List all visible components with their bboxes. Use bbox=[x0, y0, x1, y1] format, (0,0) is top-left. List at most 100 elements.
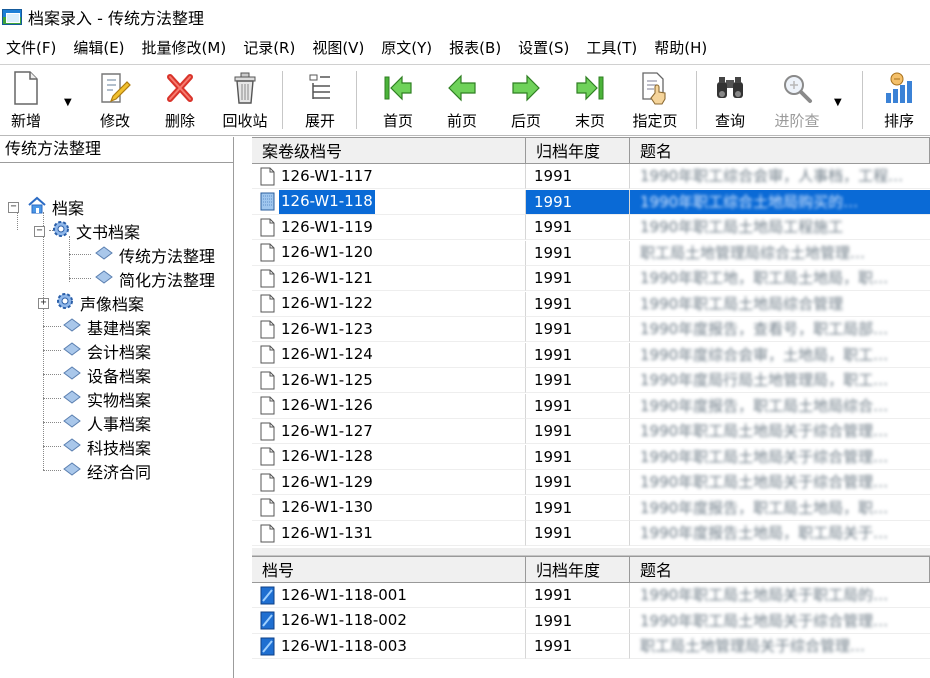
menu-help[interactable]: 帮助(H) bbox=[646, 34, 716, 62]
last-page-button[interactable]: 末页 bbox=[568, 69, 612, 135]
query-dropdown-arrow-icon[interactable]: ▼ bbox=[834, 97, 842, 108]
menu-edit[interactable]: 编辑(E) bbox=[65, 34, 133, 62]
new-button[interactable]: 新增 bbox=[4, 69, 48, 135]
table-row[interactable]: 126-W1-127 1991 1990年职工局土地局关于综合管理… bbox=[252, 419, 930, 445]
table-row[interactable]: 126-W1-118-002 1991 1990年职工局土地局关于综合管理… bbox=[252, 608, 930, 635]
title-text: 1990年度报告，职工局土地局，职… bbox=[640, 498, 889, 517]
column-header-year[interactable]: 归档年度 bbox=[526, 557, 630, 583]
query-button[interactable]: 查询 bbox=[708, 69, 752, 135]
last-label: 末页 bbox=[574, 112, 605, 130]
new-dropdown-arrow-icon[interactable]: ▼ bbox=[64, 97, 72, 108]
menu-file[interactable]: 文件(F) bbox=[0, 34, 65, 62]
table-row[interactable]: 126-W1-131 1991 1990年度报告土地局，职工局关于… bbox=[252, 521, 930, 547]
menu-tools[interactable]: 工具(T) bbox=[578, 34, 646, 62]
table-row[interactable]: 126-W1-128 1991 1990年职工局土地局关于综合管理… bbox=[252, 444, 930, 471]
cell-year: 1991 bbox=[526, 266, 630, 291]
prev-page-button[interactable]: 前页 bbox=[440, 69, 484, 135]
tree-node-jianhua[interactable]: 简化方法整理 bbox=[94, 267, 216, 291]
tree-label: 传统方法整理 bbox=[119, 247, 216, 266]
tree-node-jingji[interactable]: 经济合同 bbox=[62, 459, 152, 483]
column-header-year[interactable]: 归档年度 bbox=[526, 138, 630, 164]
advanced-query-button[interactable]: 进阶查 bbox=[766, 69, 828, 135]
tree-node-keji[interactable]: 科技档案 bbox=[62, 435, 152, 459]
table-row[interactable]: 126-W1-129 1991 1990年职工局土地局关于综合管理… bbox=[252, 470, 930, 496]
cell-title: 1990年度局行局土地管理局，职工… bbox=[630, 368, 930, 393]
collapse-icon[interactable]: − bbox=[8, 201, 19, 213]
expand-button[interactable]: 展开 bbox=[298, 69, 342, 135]
cell-title: 职工局土地管理局关于综合管理… bbox=[630, 634, 930, 659]
tree-node-kuaiji[interactable]: 会计档案 bbox=[62, 339, 152, 363]
table-row[interactable]: 126-W1-130 1991 1990年度报告，职工局土地局，职… bbox=[252, 495, 930, 522]
last-page-icon bbox=[573, 69, 607, 107]
column-header-volume-id[interactable]: 案卷级档号 bbox=[252, 138, 526, 164]
next-page-button[interactable]: 后页 bbox=[504, 69, 548, 135]
table-row[interactable]: 126-W1-126 1991 1990年度报告，职工局土地局综合… bbox=[252, 393, 930, 420]
cell-id: 126-W1-120 bbox=[252, 240, 526, 266]
archive-number: 126-W1-118-001 bbox=[281, 585, 407, 604]
cell-id: 126-W1-121 bbox=[252, 266, 526, 291]
column-header-title[interactable]: 题名 bbox=[630, 557, 930, 583]
expand-icon[interactable]: + bbox=[38, 297, 49, 309]
diamond-icon bbox=[62, 414, 82, 432]
menu-report[interactable]: 报表(B) bbox=[441, 34, 510, 62]
first-page-button[interactable]: 首页 bbox=[376, 69, 420, 135]
menu-record[interactable]: 记录(R) bbox=[235, 34, 304, 62]
first-page-icon bbox=[381, 69, 415, 107]
pane-splitter[interactable] bbox=[252, 548, 930, 556]
tree-line bbox=[43, 374, 61, 375]
column-header-item-id[interactable]: 档号 bbox=[252, 557, 526, 583]
delete-button[interactable]: 删除 bbox=[158, 69, 202, 135]
collapse-icon[interactable]: − bbox=[34, 225, 45, 237]
edit-button[interactable]: 修改 bbox=[92, 69, 138, 135]
grid-header: 案卷级档号 归档年度 题名 bbox=[252, 138, 930, 164]
tree-node-shiwu[interactable]: 实物档案 bbox=[62, 387, 152, 411]
table-row[interactable]: 126-W1-125 1991 1990年度局行局土地管理局，职工… bbox=[252, 368, 930, 394]
table-row[interactable]: 126-W1-124 1991 1990年度综合会审，土地局，职工… bbox=[252, 342, 930, 369]
cell-id: 126-W1-131 bbox=[252, 521, 526, 546]
table-row[interactable]: 126-W1-121 1991 1990年职工地，职工局土地局，职… bbox=[252, 266, 930, 292]
tree-node-chuantong[interactable]: 传统方法整理 bbox=[94, 243, 216, 267]
document-icon bbox=[260, 345, 275, 364]
tree-node-wenshu[interactable]: − 文书档案 bbox=[34, 219, 141, 243]
table-row[interactable]: 126-W1-118-003 1991 职工局土地管理局关于综合管理… bbox=[252, 634, 930, 660]
cell-title: 1990年职工局土地局关于综合管理… bbox=[630, 470, 930, 495]
cell-id: 126-W1-125 bbox=[252, 368, 526, 393]
cell-title: 1990年职工局土地局关于综合管理… bbox=[630, 609, 930, 634]
toolbar-separator bbox=[282, 71, 283, 129]
table-row[interactable]: 126-W1-122 1991 1990年职工局土地局综合管理 bbox=[252, 291, 930, 318]
cell-id: 126-W1-126 bbox=[252, 393, 526, 419]
tree-node-jijian[interactable]: 基建档案 bbox=[62, 315, 152, 339]
cell-year: 1991 bbox=[526, 368, 630, 393]
table-row[interactable]: 126-W1-118 1991 1990年职工综合土地局购买的… bbox=[252, 189, 930, 216]
cell-year: 1991 bbox=[526, 608, 630, 634]
title-text: 职工局土地管理局关于综合管理… bbox=[640, 637, 866, 655]
cell-year: 1991 bbox=[526, 419, 630, 444]
menu-batch-modify[interactable]: 批量修改(M) bbox=[134, 34, 236, 62]
tree-node-renshi[interactable]: 人事档案 bbox=[62, 411, 152, 435]
tree-node-root[interactable]: − 档案 bbox=[8, 195, 85, 219]
column-header-title[interactable]: 题名 bbox=[630, 138, 930, 164]
archive-number: 126-W1-122 bbox=[281, 294, 373, 312]
gear-icon bbox=[55, 291, 75, 315]
document-icon bbox=[260, 320, 275, 338]
archive-number: 126-W1-120 bbox=[281, 243, 373, 261]
tree-node-shebei[interactable]: 设备档案 bbox=[62, 363, 152, 387]
sort-button[interactable]: 排序 bbox=[874, 69, 924, 135]
left-panel-title: 传统方法整理 bbox=[0, 137, 233, 163]
cell-title: 1990年职工局土地局关于综合管理… bbox=[630, 419, 930, 444]
goto-page-button[interactable]: 指定页 bbox=[626, 69, 684, 135]
menu-view[interactable]: 视图(V) bbox=[304, 34, 373, 62]
cell-id: 126-W1-122 bbox=[252, 291, 526, 317]
tree-node-shengxiang[interactable]: + 声像档案 bbox=[38, 291, 145, 315]
table-row[interactable]: 126-W1-120 1991 职工局土地管理局综合土地管理… bbox=[252, 240, 930, 267]
recycle-bin-button[interactable]: 回收站 bbox=[216, 69, 274, 135]
cell-id: 126-W1-119 bbox=[252, 215, 526, 240]
menu-original[interactable]: 原文(Y) bbox=[373, 34, 441, 62]
table-row[interactable]: 126-W1-118-001 1991 1990年职工局土地局关于职工局的… bbox=[252, 583, 930, 609]
cell-id: 126-W1-118 bbox=[252, 189, 526, 215]
menu-settings[interactable]: 设置(S) bbox=[510, 34, 578, 62]
table-row[interactable]: 126-W1-123 1991 1990年度报告，查看号，职工局部… bbox=[252, 317, 930, 343]
table-row[interactable]: 126-W1-119 1991 1990年职工局土地局工程施工 bbox=[252, 215, 930, 241]
window-title: 档案录入 - 传统方法整理 bbox=[28, 9, 204, 28]
table-row[interactable]: 126-W1-117 1991 1990年职工综合会审，人事档，工程… bbox=[252, 164, 930, 190]
